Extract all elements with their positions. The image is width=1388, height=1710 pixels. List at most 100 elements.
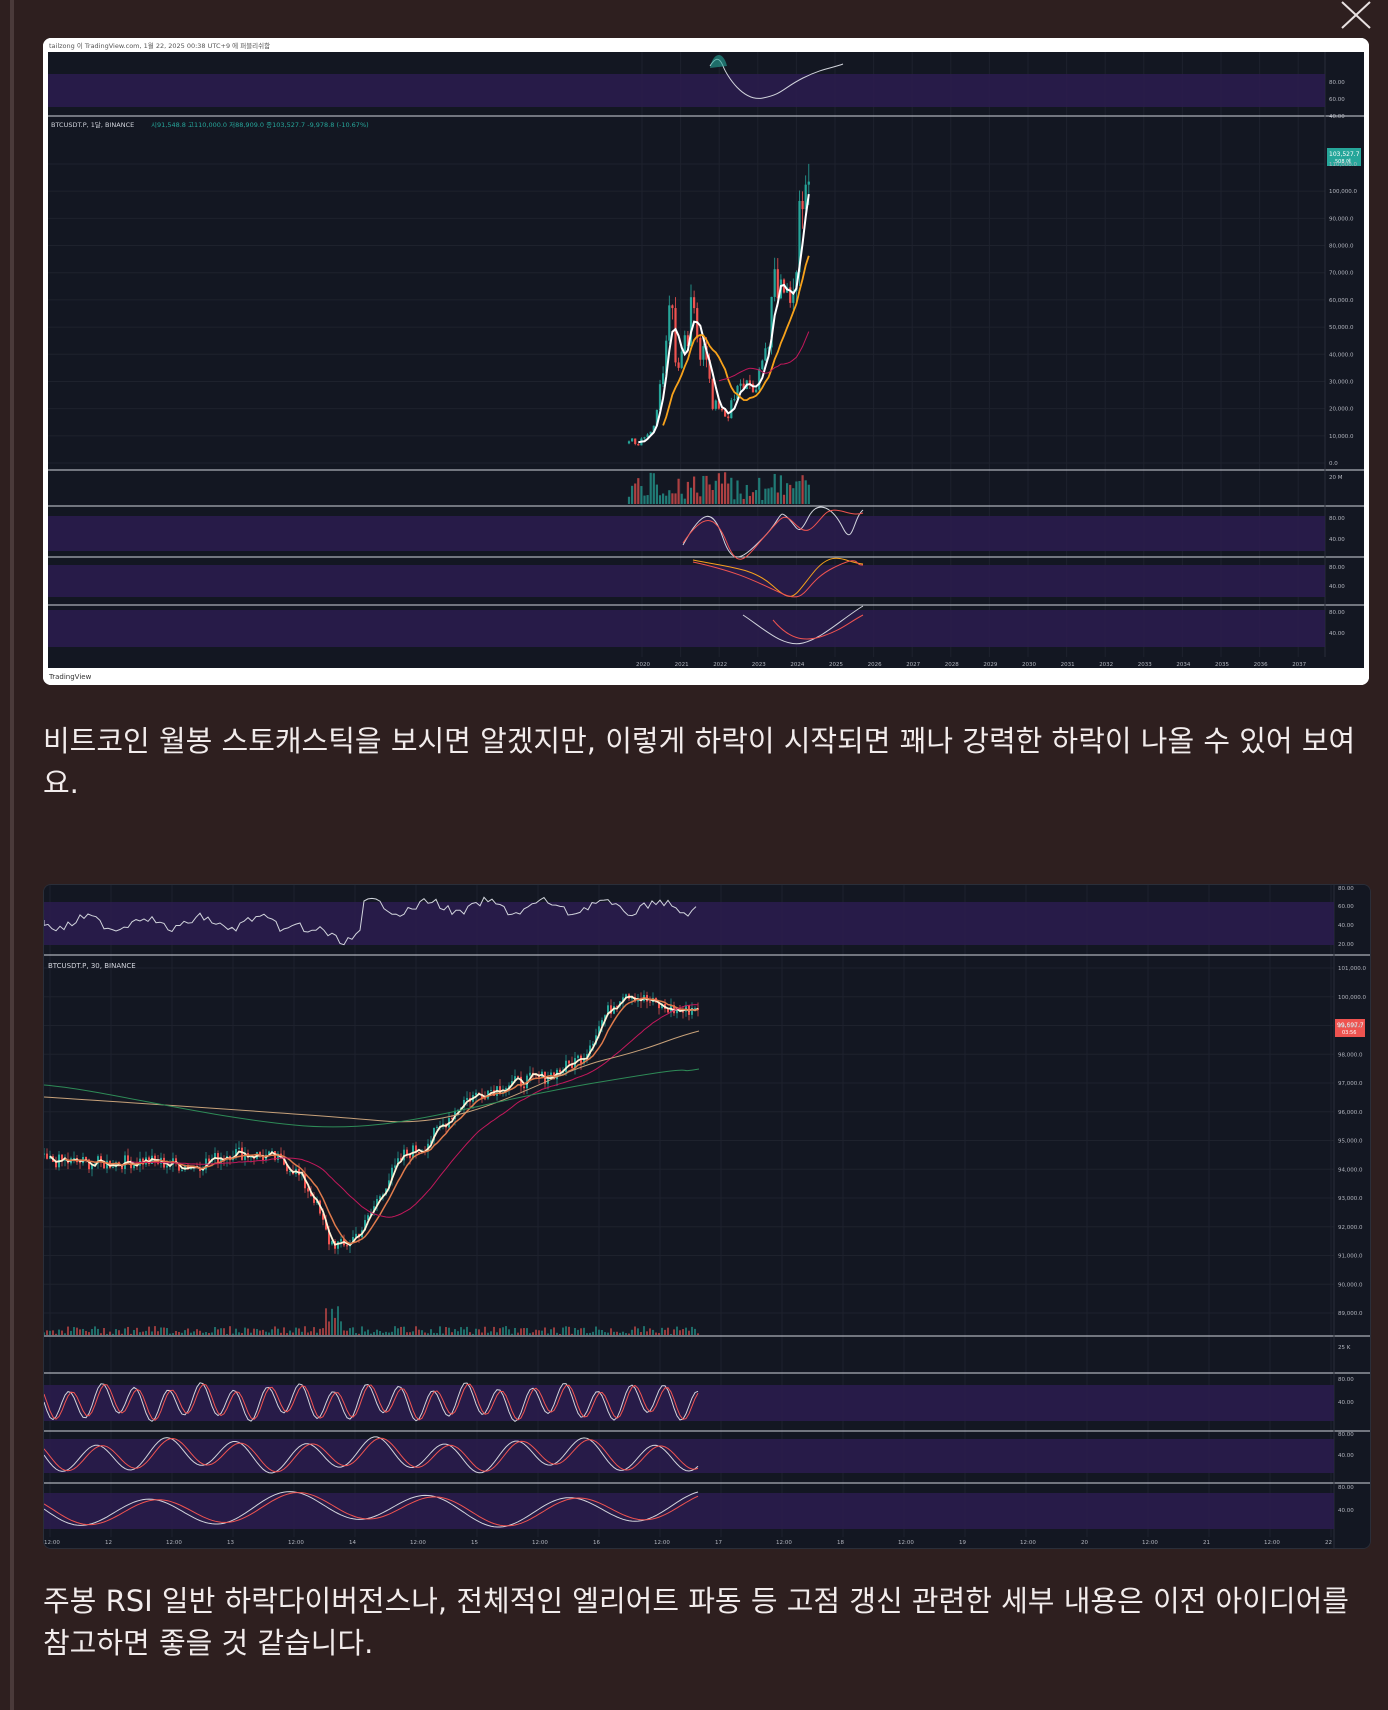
chart1-volume-bar xyxy=(770,487,773,504)
chart2-volume-bar xyxy=(46,1330,48,1335)
chart2-volume-bar xyxy=(619,1332,621,1335)
chart2-volume-bar xyxy=(460,1327,462,1335)
chart2-volume-bar xyxy=(568,1326,570,1335)
intraday-chart-image[interactable]: BTCUSDT.P, 30, BINANCE 99,697.7 03:56 10… xyxy=(43,884,1371,1549)
chart2-volume-bar xyxy=(547,1333,549,1335)
chart1-candle xyxy=(683,335,686,352)
chart2-volume-bar xyxy=(469,1332,471,1335)
chart2-candle xyxy=(181,1169,183,1171)
chart1-candle xyxy=(671,305,674,309)
chart2-volume-bar xyxy=(382,1332,384,1335)
chart2-volume-bar xyxy=(682,1329,684,1335)
chart1-rsi-tick: 60.00 xyxy=(1329,97,1345,103)
chart2-candle xyxy=(490,1090,492,1092)
chart1-rsi-tick: 80.00 xyxy=(1329,80,1345,86)
chart1-volume-bar xyxy=(693,476,696,504)
chart2-volume-bar xyxy=(625,1333,627,1335)
chart2-x-tick: 12:00 xyxy=(532,1540,548,1546)
stoch-band-2 xyxy=(48,565,1325,597)
rsi-band-top xyxy=(48,74,1325,107)
chart2-candle xyxy=(112,1167,114,1169)
chart1-x-tick: 2036 xyxy=(1254,662,1268,668)
chart2-volume-bar xyxy=(223,1328,225,1335)
chart2-y-tick: 94,000.0 xyxy=(1338,1167,1363,1173)
chart1-ohlc: 시91,548.8 고110,000.0 저88,909.0 종103,527.… xyxy=(151,120,369,129)
chart1-x-tick: 2030 xyxy=(1022,662,1036,668)
chart2-volume-bar xyxy=(448,1327,450,1335)
chart2-volume-bar xyxy=(214,1327,216,1335)
chart1-y-tick: 90,000.0 xyxy=(1329,216,1354,222)
chart2-candle xyxy=(44,1153,45,1155)
chart2-volume-bar xyxy=(490,1331,492,1335)
chart2-volume-bar xyxy=(535,1329,537,1335)
chart1-x-tick: 2028 xyxy=(945,662,959,668)
chart2-volume-bar xyxy=(106,1333,108,1335)
chart2-x-tick: 12:00 xyxy=(1020,1540,1036,1546)
chart1-y-tick: 20,000.0 xyxy=(1329,407,1354,413)
chart2-volume-bar xyxy=(355,1333,357,1335)
chart2-volume-bar xyxy=(376,1329,378,1335)
chart2-candle xyxy=(529,1072,531,1076)
chart2-x-tick: 19 xyxy=(959,1540,966,1546)
chart1-x-tick: 2025 xyxy=(829,662,843,668)
chart1-volume-bar xyxy=(782,494,786,504)
chart2-volume-bar xyxy=(478,1329,480,1335)
chart1-y-tick: 10,000.0 xyxy=(1329,434,1354,440)
chart2-volume-bar xyxy=(172,1333,174,1335)
chart2-volume-bar xyxy=(439,1326,441,1335)
chart2-volume-bar xyxy=(277,1328,279,1335)
chart2-candle xyxy=(127,1155,129,1162)
chart2-volume-bar xyxy=(232,1333,234,1335)
chart2-x-tick: 12:00 xyxy=(166,1540,182,1546)
chart2-x-tick: 12:00 xyxy=(776,1540,792,1546)
chart2-volume-bar xyxy=(607,1332,609,1335)
chart2-volume-bar xyxy=(694,1328,696,1335)
chart2-volume-bar xyxy=(328,1321,330,1335)
chart2-volume-bar xyxy=(550,1329,552,1335)
chart2-x-tick: 12:00 xyxy=(1142,1540,1158,1546)
chart1-volume-bar xyxy=(686,481,689,504)
chart1-stoch-tick: 40.00 xyxy=(1329,584,1345,590)
chart1-candle xyxy=(761,360,764,369)
chart2-volume-bar xyxy=(562,1327,564,1335)
chart2-volume-bar xyxy=(445,1327,447,1335)
chart2-volume-bar xyxy=(610,1328,612,1335)
chart2-volume-bar xyxy=(475,1328,477,1335)
chart1-footer: TradingView xyxy=(48,673,92,681)
chart2-x-tick: 13 xyxy=(227,1540,234,1546)
chart2-volume-bar xyxy=(670,1333,672,1335)
chart2-candle xyxy=(523,1086,525,1089)
chart2-volume-bar xyxy=(70,1330,72,1335)
intraday-chart: BTCUSDT.P, 30, BINANCE 99,697.7 03:56 10… xyxy=(44,885,1370,1548)
chart2-volume-bar xyxy=(121,1333,123,1335)
chart2-volume-bar xyxy=(358,1333,360,1335)
chart2-volume-bar xyxy=(646,1331,648,1335)
chart2-volume-bar xyxy=(505,1326,507,1335)
chart2-volume-bar xyxy=(442,1333,444,1335)
chart2-volume-bar xyxy=(157,1331,159,1335)
monthly-chart-image[interactable]: tailzong 이 TradingView.com, 1월 22, 2025 … xyxy=(43,38,1369,685)
monthly-chart: tailzong 이 TradingView.com, 1월 22, 2025 … xyxy=(43,38,1369,685)
chart2-volume-bar xyxy=(52,1330,54,1335)
chart2-volume-bar xyxy=(346,1330,348,1335)
chart2-volume-bar xyxy=(265,1331,267,1335)
chart1-volume-bar xyxy=(807,484,810,504)
chart2-candle xyxy=(241,1147,243,1160)
chart1-volume-bar xyxy=(751,492,755,504)
chart2-x-tick: 20 xyxy=(1081,1540,1088,1546)
chart1-x-tick: 2021 xyxy=(675,662,689,668)
chart1-y-tick: 80,000.0 xyxy=(1329,244,1354,250)
chart1-volume-bar xyxy=(776,492,779,504)
chart2-volume-bar xyxy=(169,1333,171,1335)
chart2-volume-bar xyxy=(61,1330,63,1335)
chart1-stoch-tick: 80.00 xyxy=(1329,610,1345,616)
chart2-volume-bar xyxy=(577,1329,579,1335)
chart1-volume-bar xyxy=(643,495,646,504)
chart1-stoch-tick: 40.00 xyxy=(1329,537,1345,543)
chart2-volume-bar xyxy=(202,1332,204,1335)
chart1-x-tick: 2031 xyxy=(1061,662,1075,668)
chart2-volume-bar xyxy=(379,1331,381,1335)
chart2-volume-bar xyxy=(658,1332,660,1335)
chart2-volume-bar xyxy=(667,1327,669,1335)
close-button[interactable] xyxy=(1338,0,1374,30)
